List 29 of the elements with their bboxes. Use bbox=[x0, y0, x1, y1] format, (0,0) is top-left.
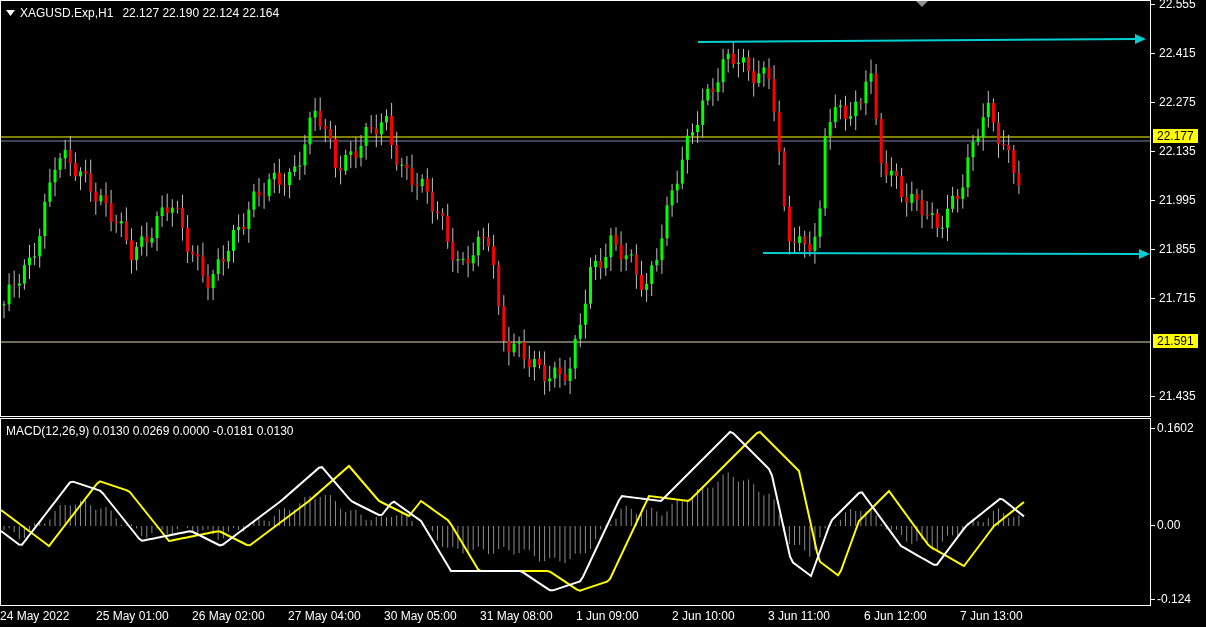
chart-shift-icon[interactable] bbox=[916, 1, 928, 7]
time-label: 31 May 08:00 bbox=[480, 610, 553, 622]
price-tick: 22.275 bbox=[1159, 96, 1196, 108]
price-tag: 22.177 bbox=[1153, 129, 1198, 143]
symbol-label: XAGUSD.Exp,H1 bbox=[20, 5, 114, 22]
time-label: 24 May 2022 bbox=[0, 610, 70, 622]
macd-label: MACD(12,26,9) 0.0130 0.0269 0.0000 -0.0181 0.0130 bbox=[6, 423, 294, 440]
time-label: 25 May 01:00 bbox=[96, 610, 169, 622]
time-label: 6 Jun 12:00 bbox=[864, 610, 927, 622]
macd-tick: 0.1602 bbox=[1157, 422, 1194, 434]
macd-tick: 0.00 bbox=[1157, 519, 1181, 531]
ohlc-values: 22.127 22.190 22.124 22.164 bbox=[122, 5, 280, 22]
time-label: 30 May 05:00 bbox=[384, 610, 457, 622]
time-label: 7 Jun 13:00 bbox=[960, 610, 1023, 622]
time-label: 1 Jun 09:00 bbox=[576, 610, 639, 622]
time-label: 2 Jun 10:00 bbox=[672, 610, 735, 622]
price-tag: 21.591 bbox=[1153, 334, 1198, 348]
price-tick: 22.555 bbox=[1159, 0, 1196, 10]
time-label: 26 May 02:00 bbox=[192, 610, 265, 622]
dropdown-triangle-icon[interactable] bbox=[6, 10, 15, 16]
price-tick: 22.415 bbox=[1159, 47, 1196, 59]
price-tick: 21.855 bbox=[1159, 243, 1196, 255]
time-label: 3 Jun 11:00 bbox=[768, 610, 830, 622]
price-tick: 22.135 bbox=[1159, 145, 1196, 157]
price-tick: 21.715 bbox=[1159, 292, 1196, 304]
macd-tick: -0.124 bbox=[1157, 593, 1192, 605]
time-label: 27 May 04:00 bbox=[288, 610, 361, 622]
price-tick: 21.995 bbox=[1159, 194, 1196, 206]
price-tick: 21.435 bbox=[1159, 390, 1196, 402]
